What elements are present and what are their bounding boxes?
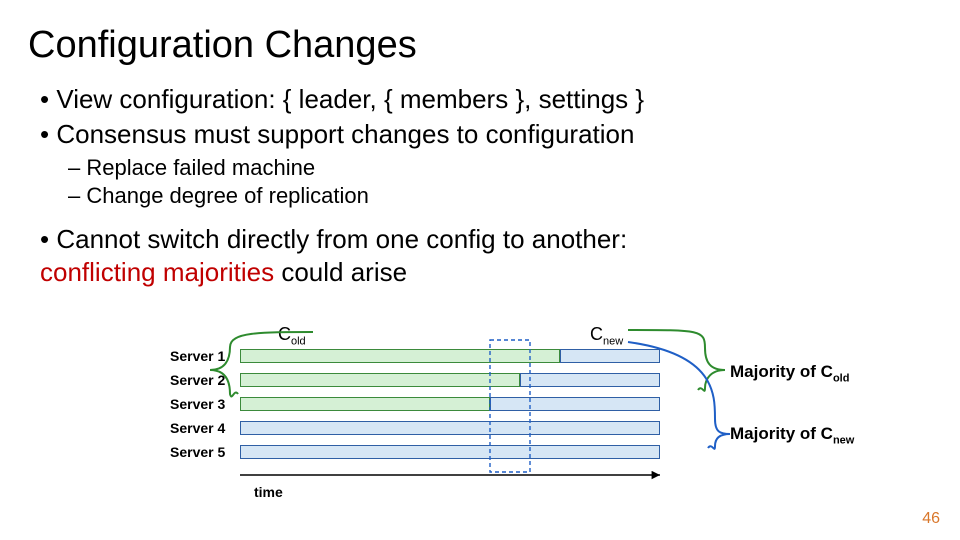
time-label: time <box>254 484 283 500</box>
server-4-bar <box>240 421 660 435</box>
server-2-new <box>520 373 660 387</box>
time-axis <box>240 468 670 482</box>
bullet-list: View configuration: { leader, { members … <box>40 83 932 150</box>
server-1-label: Server 1 <box>170 348 240 364</box>
bullet-3c: could arise <box>274 257 407 287</box>
maj-new-b: new <box>833 434 854 446</box>
bullet-1: View configuration: { leader, { members … <box>40 83 932 116</box>
c-old-label: Cold <box>278 324 306 348</box>
sub-bullet-list: Replace failed machine Change degree of … <box>68 154 932 209</box>
sub-bullet-1: Replace failed machine <box>68 154 932 182</box>
bullet-2: Consensus must support changes to config… <box>40 118 932 151</box>
c-new-label: Cnew <box>590 324 623 348</box>
server-4-label: Server 4 <box>170 420 240 436</box>
majority-old-label: Majority of Cold <box>730 362 849 384</box>
slide: Configuration Changes View configuration… <box>0 0 960 540</box>
server-row-3: Server 3 <box>170 394 890 414</box>
config-diagram: Cold Cnew Server 1 Server 2 Server 3 <box>170 346 890 516</box>
server-2-label: Server 2 <box>170 372 240 388</box>
server-5-bar <box>240 445 660 459</box>
server-3-bar <box>240 397 660 411</box>
maj-old-b: old <box>833 372 850 384</box>
server-3-new <box>490 397 660 411</box>
maj-old-a: Majority of C <box>730 362 833 381</box>
bullet-3b: conflicting majorities <box>40 257 274 287</box>
bullet-3a: Cannot switch directly from one config t… <box>56 224 627 254</box>
server-5-label: Server 5 <box>170 444 240 460</box>
c-old-sub: old <box>291 336 306 348</box>
server-4-new <box>240 421 660 435</box>
server-1-bar <box>240 349 660 363</box>
c-new-base: C <box>590 324 603 344</box>
slide-title: Configuration Changes <box>28 24 932 67</box>
server-3-label: Server 3 <box>170 396 240 412</box>
page-number: 46 <box>922 510 940 528</box>
server-1-new <box>560 349 660 363</box>
server-3-old <box>240 397 490 411</box>
c-old-base: C <box>278 324 291 344</box>
bullet-3: Cannot switch directly from one config t… <box>40 223 932 288</box>
c-new-sub: new <box>603 336 623 348</box>
server-2-bar <box>240 373 660 387</box>
bullet-list-2: Cannot switch directly from one config t… <box>40 223 932 288</box>
maj-new-a: Majority of C <box>730 424 833 443</box>
server-1-old <box>240 349 560 363</box>
server-5-new <box>240 445 660 459</box>
sub-bullet-2: Change degree of replication <box>68 182 932 210</box>
majority-new-label: Majority of Cnew <box>730 424 854 446</box>
server-2-old <box>240 373 520 387</box>
